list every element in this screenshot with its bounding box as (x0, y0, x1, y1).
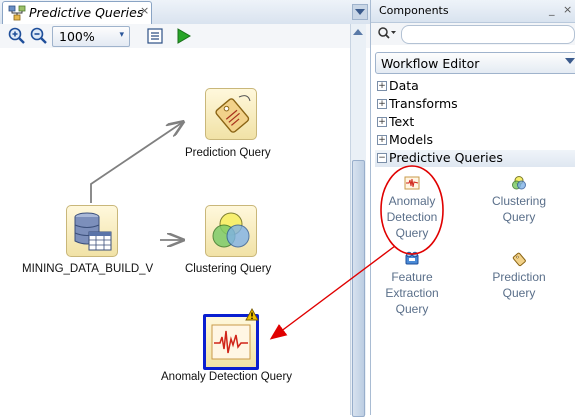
zoom-level-value: 100% (59, 29, 95, 44)
component-prediction-query[interactable]: Prediction Query (474, 251, 564, 301)
components-title-bar: Components _ × (371, 0, 575, 23)
expand-icon[interactable]: + (377, 99, 387, 109)
collapse-icon[interactable]: − (377, 153, 387, 163)
zoom-level-select[interactable]: 100% ▾ (52, 26, 130, 47)
component-clustering-query[interactable]: Clustering Query (474, 175, 564, 225)
node-label: Clustering Query (185, 263, 272, 275)
palette-select[interactable]: Workflow Editor (375, 52, 575, 74)
component-label-line: Prediction (492, 270, 546, 284)
tag-icon (512, 252, 526, 267)
mining-data-node[interactable] (66, 205, 118, 257)
component-label-line: Extraction (385, 286, 439, 300)
anomaly-detection-query-node[interactable] (203, 314, 259, 370)
component-label-line: Clustering (491, 194, 547, 208)
workflow-icon (8, 5, 26, 21)
minimize-icon[interactable]: _ (549, 3, 555, 16)
clustering-query-node[interactable] (205, 205, 257, 257)
close-icon[interactable]: × (563, 3, 572, 16)
components-panel: Components _ × Workflow Editor + Data + … (370, 0, 575, 415)
zoom-out-icon[interactable] (30, 27, 48, 45)
palette-select-value: Workflow Editor (381, 56, 480, 71)
component-feature-extraction-query[interactable]: Feature Extraction Query (367, 251, 457, 317)
node-label: Anomaly Detection Query (161, 371, 293, 383)
workflow-editor: Predictive Queries × 100% ▾ Prediction Q… (0, 0, 370, 417)
database-table-icon (74, 212, 112, 251)
component-label-line: Query (395, 226, 429, 240)
tag-icon (215, 95, 251, 133)
anomaly-icon (404, 176, 420, 190)
category-models[interactable]: + Models (375, 132, 575, 149)
close-tab-icon[interactable]: × (140, 4, 149, 17)
chevron-down-icon (355, 9, 365, 15)
component-anomaly-detection-query[interactable]: Anomaly Detection Query (367, 175, 457, 241)
category-data[interactable]: + Data (375, 78, 575, 95)
feature-extraction-icon (405, 251, 419, 265)
component-label-line: Detection (386, 210, 438, 224)
component-label-line: Anomaly (388, 194, 436, 208)
properties-icon[interactable] (146, 27, 164, 45)
tab-title: Predictive Queries (29, 5, 144, 20)
clustering-icon (512, 176, 526, 190)
expand-icon[interactable]: + (377, 81, 387, 91)
scroll-up-icon[interactable] (353, 28, 363, 36)
anomaly-icon (211, 324, 251, 360)
category-label: Transforms (389, 96, 458, 111)
category-label: Text (389, 114, 415, 129)
category-label: Models (389, 132, 434, 147)
connector-lines (90, 48, 350, 415)
tab-predictive-queries[interactable]: Predictive Queries × (2, 1, 152, 24)
prediction-query-node[interactable] (205, 88, 257, 140)
clustering-icon (212, 212, 250, 248)
category-label: Data (389, 78, 419, 93)
node-label: Prediction Query (185, 147, 271, 159)
node-label: MINING_DATA_BUILD_V (22, 263, 154, 275)
chevron-down-icon: ▾ (119, 30, 124, 40)
expand-icon[interactable]: + (377, 135, 387, 145)
panel-title: Components (379, 4, 449, 17)
search-input[interactable] (401, 25, 575, 44)
chevron-down-icon (565, 58, 575, 64)
tab-list-menu-button[interactable] (352, 4, 368, 20)
warning-icon (245, 308, 259, 321)
component-label-line: Feature (391, 270, 433, 284)
category-transforms[interactable]: + Transforms (375, 96, 575, 113)
scrollbar-thumb[interactable] (352, 160, 365, 417)
expand-icon[interactable]: + (377, 117, 387, 127)
category-label: Predictive Queries (389, 150, 503, 165)
component-label-line: Query (395, 302, 429, 316)
category-predictive-queries[interactable]: − Predictive Queries (375, 150, 575, 167)
component-label-line: Query (502, 286, 536, 300)
connector-to-prediction (90, 122, 183, 203)
component-label-line: Query (502, 210, 536, 224)
editor-tab-strip: Predictive Queries × (0, 0, 370, 25)
zoom-in-icon[interactable] (8, 27, 26, 45)
workflow-canvas[interactable]: Prediction Query MINING_DATA_BUILD_V Clu… (0, 48, 350, 415)
run-icon[interactable] (174, 27, 192, 45)
category-text[interactable]: + Text (375, 114, 575, 131)
search-icon[interactable] (377, 26, 397, 40)
